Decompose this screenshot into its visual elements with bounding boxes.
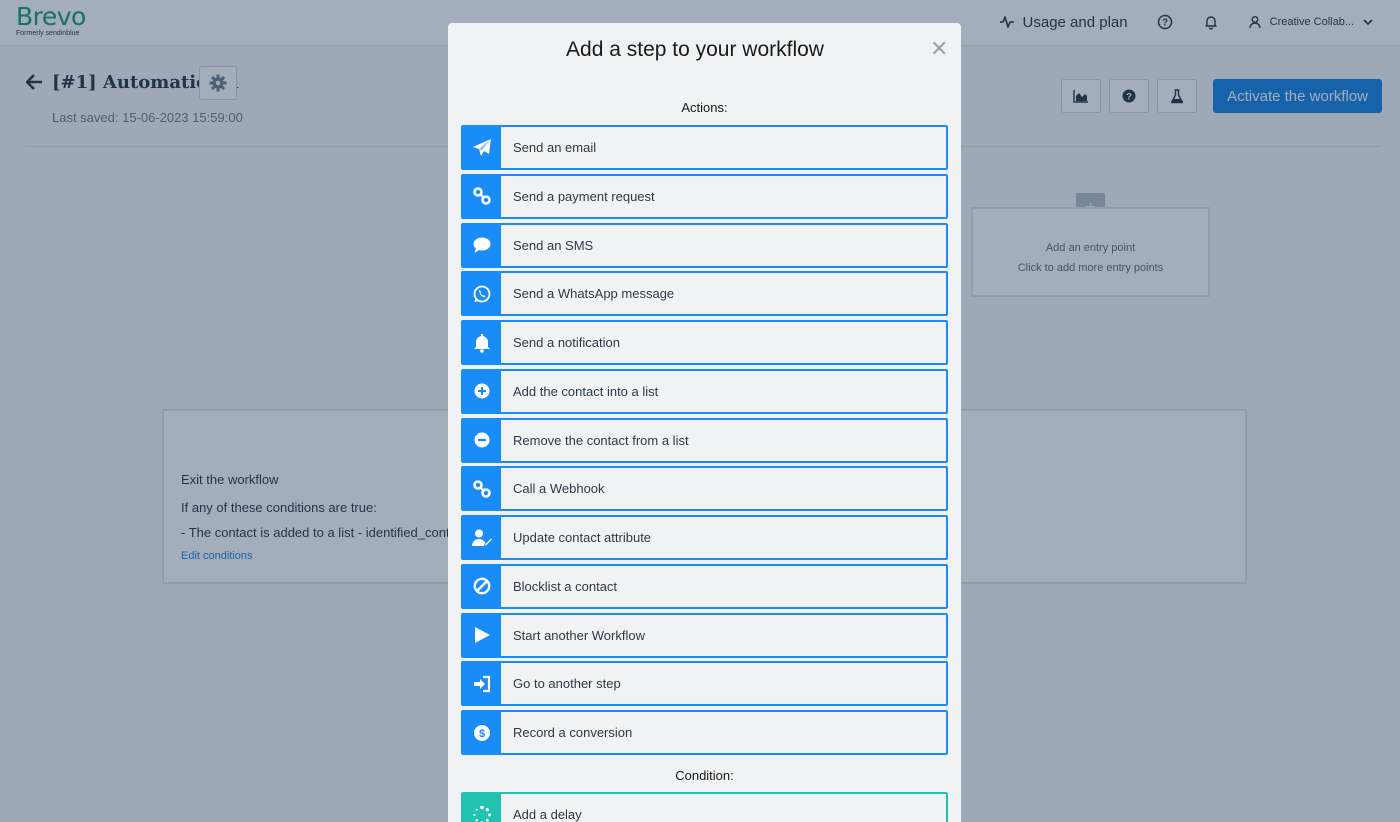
add-a-delay-option[interactable]: Add a delay [461, 792, 948, 822]
close-icon[interactable]: ✕ [930, 37, 948, 61]
condition-section-label: Condition: [675, 768, 734, 783]
action-option-start-another-workflow[interactable]: Start another Workflow [461, 612, 948, 658]
action-list: Send an email Send a payment request Send … [461, 125, 948, 759]
action-option-label: Record a conversion [513, 725, 633, 740]
action-option-update-contact-attribute[interactable]: Update contact attribute [461, 515, 948, 560]
action-option-label: Send an SMS [513, 237, 594, 253]
whatsapp-icon [463, 273, 501, 315]
action-option-go-to-another-step[interactable]: Go to another step [461, 661, 948, 707]
action-option-label: Send a notification [513, 335, 620, 350]
spinner-icon [463, 794, 501, 822]
dollar-circle-icon: $ [463, 712, 501, 753]
link-icon [463, 175, 501, 217]
action-option-label: Add the contact into a list [513, 383, 659, 399]
action-option-label: Go to another step [513, 676, 621, 692]
action-option-label: Blocklist a contact [513, 578, 618, 594]
action-option-send-an-email[interactable]: Send an email [461, 125, 948, 170]
minus-circle-icon [463, 419, 501, 461]
action-option-label: Send an email [513, 140, 597, 155]
play-icon [463, 614, 501, 656]
modal-title: Add a step to your workflow [566, 38, 824, 61]
paper-plane-icon [463, 127, 501, 168]
action-option-label: Send a WhatsApp message [513, 286, 675, 302]
condition-option-label: Add a delay [513, 807, 582, 822]
action-option-label: Update contact attribute [513, 530, 652, 545]
chat-bubble-icon [463, 224, 501, 266]
link-icon [463, 468, 501, 510]
action-option-label: Start another Workflow [513, 627, 645, 643]
action-option-record-a-conversion[interactable]: $ Record a conversion [461, 710, 948, 755]
add-step-modal: Add a step to your workflow ✕ Actions: S… [448, 23, 961, 822]
ban-icon [463, 565, 501, 607]
action-option-send-a-payment-request[interactable]: Send a payment request [461, 173, 948, 219]
action-option-add-the-contact-into-a-list[interactable]: Add the contact into a list [461, 368, 948, 414]
svg-text:$: $ [479, 728, 485, 740]
action-option-send-a-notification[interactable]: Send a notification [461, 320, 948, 365]
action-option-label: Send a payment request [513, 188, 655, 204]
action-option-call-a-webhook[interactable]: Call a Webhook [461, 466, 948, 512]
action-option-label: Call a Webhook [513, 481, 605, 497]
action-option-send-a-whatsapp-message[interactable]: Send a WhatsApp message [461, 271, 948, 317]
action-option-remove-the-contact-from-a-list[interactable]: Remove the contact from a list [461, 417, 948, 463]
sign-in-icon [463, 663, 501, 705]
action-option-send-an-sms[interactable]: Send an SMS [461, 222, 948, 268]
actions-section-label: Actions: [681, 100, 728, 115]
bell-icon [463, 322, 501, 363]
action-option-label: Remove the contact from a list [513, 432, 689, 448]
action-option-blocklist-a-contact[interactable]: Blocklist a contact [461, 563, 948, 609]
plus-circle-icon [463, 370, 501, 412]
user-edit-icon [463, 517, 501, 558]
